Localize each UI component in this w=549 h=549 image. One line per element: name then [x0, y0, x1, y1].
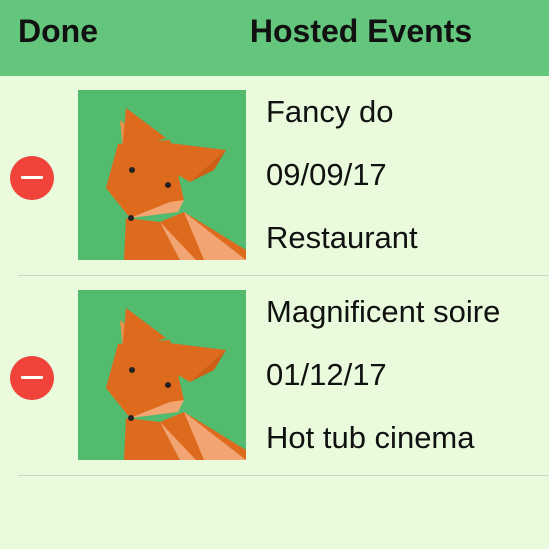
- event-date: 01/12/17: [266, 357, 387, 392]
- navigation-bar: Done Hosted Events: [0, 0, 549, 76]
- row-divider: [18, 475, 549, 476]
- event-venue: Hot tub cinema: [266, 420, 475, 455]
- event-name: Magnificent soire: [266, 294, 501, 329]
- page-title: Hosted Events: [249, 13, 473, 49]
- event-name: Fancy do: [266, 94, 394, 129]
- fox-icon: [78, 90, 246, 260]
- event-date: 09/09/17: [266, 157, 387, 192]
- delete-button[interactable]: [10, 156, 54, 200]
- events-list: Fancy do 09/09/17 Restaurant Magnificent…: [0, 76, 549, 476]
- minus-icon: [21, 176, 43, 179]
- fox-icon: [78, 290, 246, 460]
- event-row[interactable]: Fancy do 09/09/17 Restaurant: [0, 76, 549, 276]
- delete-button[interactable]: [10, 356, 54, 400]
- event-row[interactable]: Magnificent soire 01/12/17 Hot tub cinem…: [0, 276, 549, 476]
- minus-icon: [21, 376, 43, 379]
- event-venue: Restaurant: [266, 220, 418, 255]
